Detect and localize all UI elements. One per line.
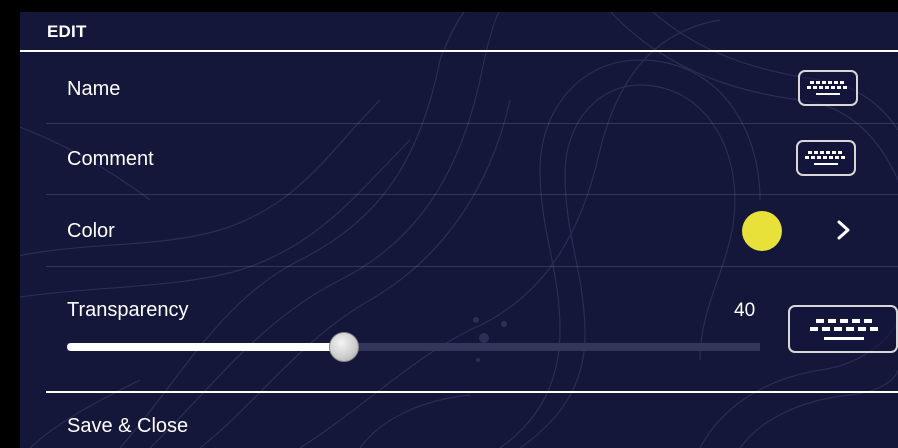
color-label: Color: [67, 220, 115, 242]
top-bar: [20, 0, 898, 12]
name-label: Name: [67, 78, 121, 100]
panel-header: EDIT: [20, 12, 898, 52]
transparency-row: Transparency 40: [46, 267, 898, 383]
keyboard-icon: [807, 81, 847, 95]
keyboard-icon: [810, 319, 878, 340]
name-keyboard-button[interactable]: [798, 70, 858, 106]
color-swatch: [742, 211, 782, 251]
comment-label: Comment: [67, 148, 154, 170]
color-row[interactable]: Color: [46, 195, 898, 267]
transparency-keyboard-button[interactable]: [788, 305, 898, 353]
comment-keyboard-button[interactable]: [796, 140, 856, 176]
transparency-slider-thumb[interactable]: [329, 332, 359, 362]
save-close-button[interactable]: Save & Close: [46, 393, 898, 448]
transparency-label: Transparency: [67, 299, 189, 321]
page-title: EDIT: [47, 22, 87, 41]
transparency-value: 40: [734, 300, 756, 321]
save-close-label: Save & Close: [67, 415, 189, 437]
keyboard-icon: [805, 151, 845, 165]
comment-row[interactable]: Comment: [46, 124, 898, 195]
name-row[interactable]: Name: [46, 54, 898, 124]
edit-panel: EDIT Name Comment Color Transparency 40 …: [20, 0, 898, 448]
transparency-slider-fill: [67, 343, 344, 351]
chevron-right-icon[interactable]: [836, 219, 852, 241]
left-edge: [0, 0, 20, 448]
